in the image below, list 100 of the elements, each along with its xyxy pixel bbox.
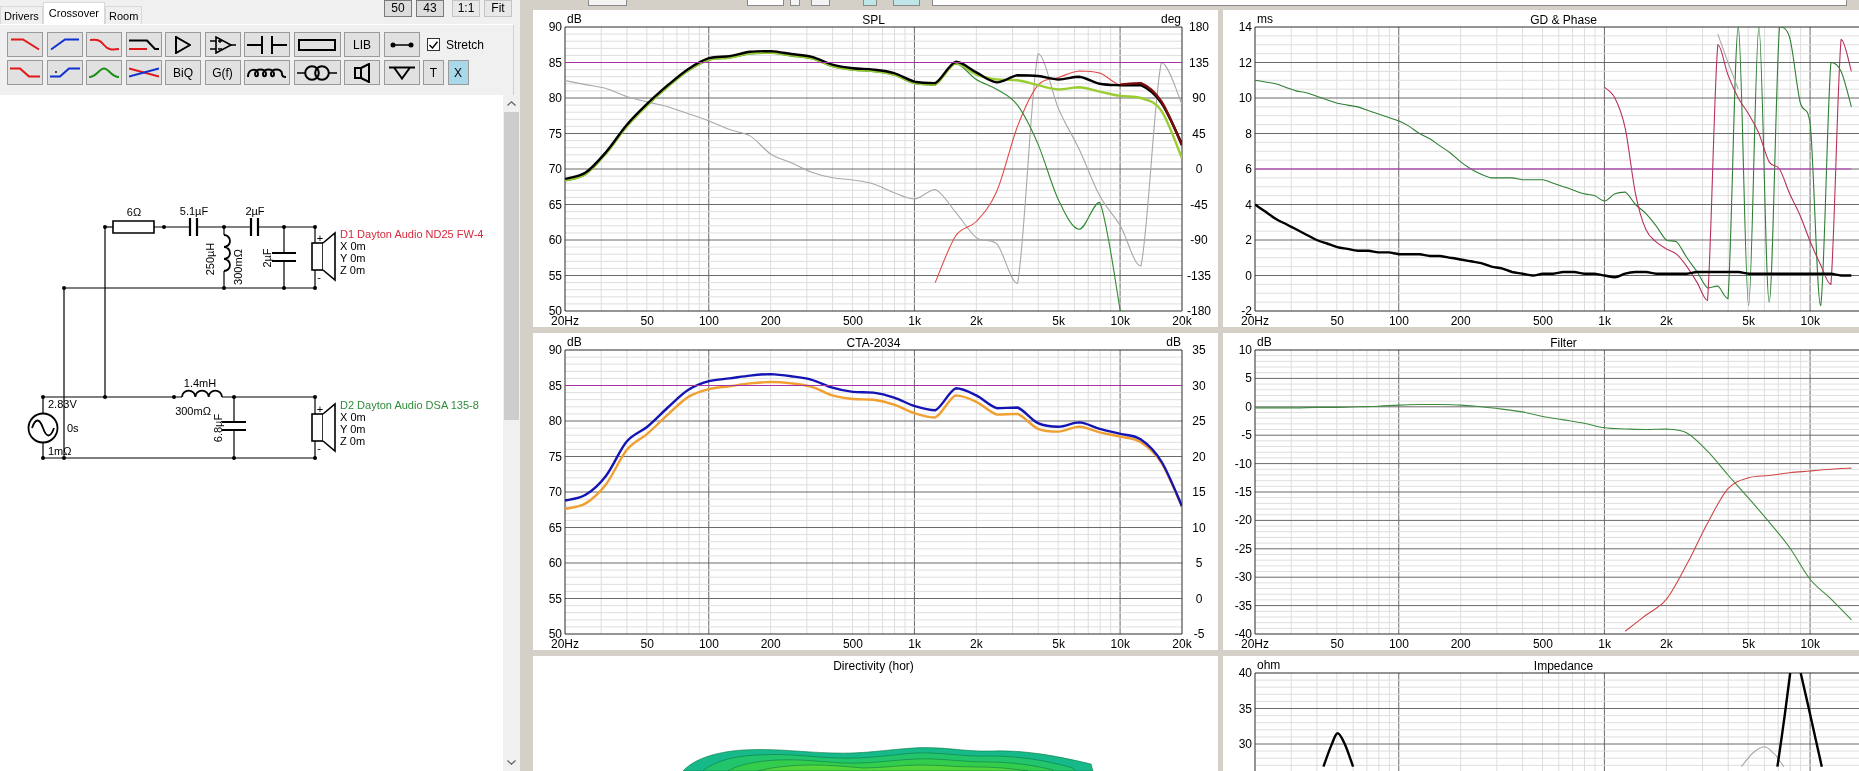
step-lines-icon xyxy=(128,38,159,51)
junction-dot-icon xyxy=(282,286,286,290)
toolbar-button[interactable]: G(f) xyxy=(204,60,241,85)
x-tick-label: 5k xyxy=(1052,637,1065,650)
capacitor-symbol[interactable] xyxy=(188,216,199,238)
tab[interactable]: Room xyxy=(104,6,143,24)
x-tick-label: 10k xyxy=(1110,637,1130,650)
speaker-symbol[interactable] xyxy=(311,402,336,453)
checkbox-label[interactable]: Stretch xyxy=(446,37,484,52)
y-tick-label: 0 xyxy=(1245,268,1252,283)
toolbar-field[interactable] xyxy=(588,0,627,6)
resistor-symbol[interactable] xyxy=(112,220,155,234)
toolbar-button[interactable] xyxy=(125,60,162,85)
junction-dot-icon xyxy=(62,286,66,290)
checkbox[interactable] xyxy=(427,38,440,51)
chevron-down-icon[interactable] xyxy=(507,760,516,765)
y-tick-label: 6 xyxy=(1245,162,1252,176)
toolbar-field[interactable] xyxy=(932,0,1847,6)
toolbar-button[interactable] xyxy=(204,32,241,57)
junction-dot-icon xyxy=(162,225,166,229)
op-amp-icon xyxy=(209,35,236,54)
toolbar-button[interactable] xyxy=(165,32,201,57)
toolbar-button[interactable] xyxy=(244,32,290,57)
x-tick-label: 50 xyxy=(640,314,654,327)
toolbar-button[interactable] xyxy=(383,32,420,57)
inductor-symbol[interactable] xyxy=(181,389,223,398)
x-tick-label: 50 xyxy=(1330,314,1344,327)
y-tick-label: 15 xyxy=(1192,485,1206,499)
checkmark-icon xyxy=(429,40,438,49)
polarity-label: + xyxy=(316,232,324,244)
y-tick-label: 85 xyxy=(548,378,562,393)
toolbar-button[interactable] xyxy=(293,60,341,85)
toolbar-button[interactable] xyxy=(244,60,290,85)
x-tick-label: 5k xyxy=(1742,314,1755,327)
zoom-button[interactable]: 43 xyxy=(416,0,444,17)
x-tick-label: 2k xyxy=(970,314,983,327)
toolbar-button[interactable] xyxy=(383,60,420,85)
toolbar-button[interactable] xyxy=(46,60,83,85)
x-tick-label: 50 xyxy=(1330,637,1344,650)
y-tick-label: 65 xyxy=(548,520,562,535)
y-tick-label: -5 xyxy=(1241,428,1252,443)
x-tick-label: 10k xyxy=(1110,314,1130,327)
driver-position: X 0m xyxy=(340,240,366,252)
driver-position: Z 0m xyxy=(340,264,366,276)
y-tick-label: 65 xyxy=(548,197,562,212)
junction-dot-icon xyxy=(172,395,176,399)
y-tick-label: -135 xyxy=(1187,268,1211,283)
toggle-button[interactable]: T xyxy=(423,60,444,85)
component-value-label: 300mΩ xyxy=(175,405,211,417)
wire xyxy=(153,226,191,228)
axis-unit-label: dB xyxy=(567,335,582,349)
driver-name[interactable]: D1 Dayton Audio ND25 FW-4 xyxy=(340,228,484,240)
y-tick-label: 90 xyxy=(1192,91,1206,105)
zoom-button[interactable]: 50 xyxy=(384,0,412,17)
y-tick-label: 10 xyxy=(1192,520,1206,535)
driver-position: X 0m xyxy=(340,411,366,423)
polarity-label: - xyxy=(317,271,321,283)
zoom-button[interactable]: 1:1 xyxy=(452,0,480,17)
x-tick-label: 500 xyxy=(1532,637,1553,650)
x-tick-label: 1k xyxy=(1598,637,1611,650)
x-tick-label: 2k xyxy=(1660,637,1673,650)
y-tick-label: 45 xyxy=(1192,126,1206,141)
rising-line-icon xyxy=(50,38,79,51)
inductor-symbol[interactable] xyxy=(223,234,231,272)
chart-title: Filter xyxy=(1550,336,1577,350)
toolbar-button[interactable] xyxy=(344,60,380,85)
y-tick-label: 2 xyxy=(1245,233,1252,247)
toolbar-button[interactable] xyxy=(293,32,341,57)
step-up-line-icon xyxy=(49,67,80,78)
y-tick-label: 40 xyxy=(1238,666,1252,680)
toolbar-button[interactable]: LIB xyxy=(344,32,380,57)
y-tick-label: 70 xyxy=(548,485,562,499)
y-tick-label: 0 xyxy=(1195,162,1203,176)
scrollbar-thumb[interactable] xyxy=(504,112,519,420)
tab[interactable]: Drivers xyxy=(0,6,43,24)
junction-dot-icon xyxy=(222,286,226,290)
polarity-label: - xyxy=(317,442,321,454)
x-tick-label: 10k xyxy=(1800,637,1820,650)
toolbar-field[interactable] xyxy=(747,0,784,6)
voltage-source-symbol[interactable] xyxy=(27,412,59,444)
y-tick-label: 20 xyxy=(1192,449,1206,464)
component-value-label: 2µF xyxy=(261,248,273,268)
chart-title: CTA-2034 xyxy=(846,336,901,350)
axis-unit-label: ohm xyxy=(1257,658,1281,672)
zoom-button[interactable]: Fit xyxy=(484,0,512,17)
axis-unit-label: dB xyxy=(567,12,582,26)
junction-dot-icon xyxy=(232,395,236,399)
junction-dot-icon xyxy=(313,395,317,399)
toolbar-button[interactable] xyxy=(125,32,162,57)
tab[interactable]: Crossover xyxy=(42,2,105,24)
chevron-up-icon[interactable] xyxy=(507,101,516,106)
capacitor-symbol[interactable] xyxy=(249,216,260,238)
speaker-symbol[interactable] xyxy=(311,231,336,282)
junction-dot-icon xyxy=(41,395,45,399)
y-tick-label: 55 xyxy=(548,591,562,606)
toolbar-button[interactable] xyxy=(46,32,83,57)
chart-title: GD & Phase xyxy=(1530,13,1597,27)
driver-name[interactable]: D2 Dayton Audio DSA 135-8 xyxy=(340,399,479,411)
toggle-button[interactable]: X xyxy=(447,60,469,85)
toolbar-button[interactable]: BiQ xyxy=(165,60,201,85)
